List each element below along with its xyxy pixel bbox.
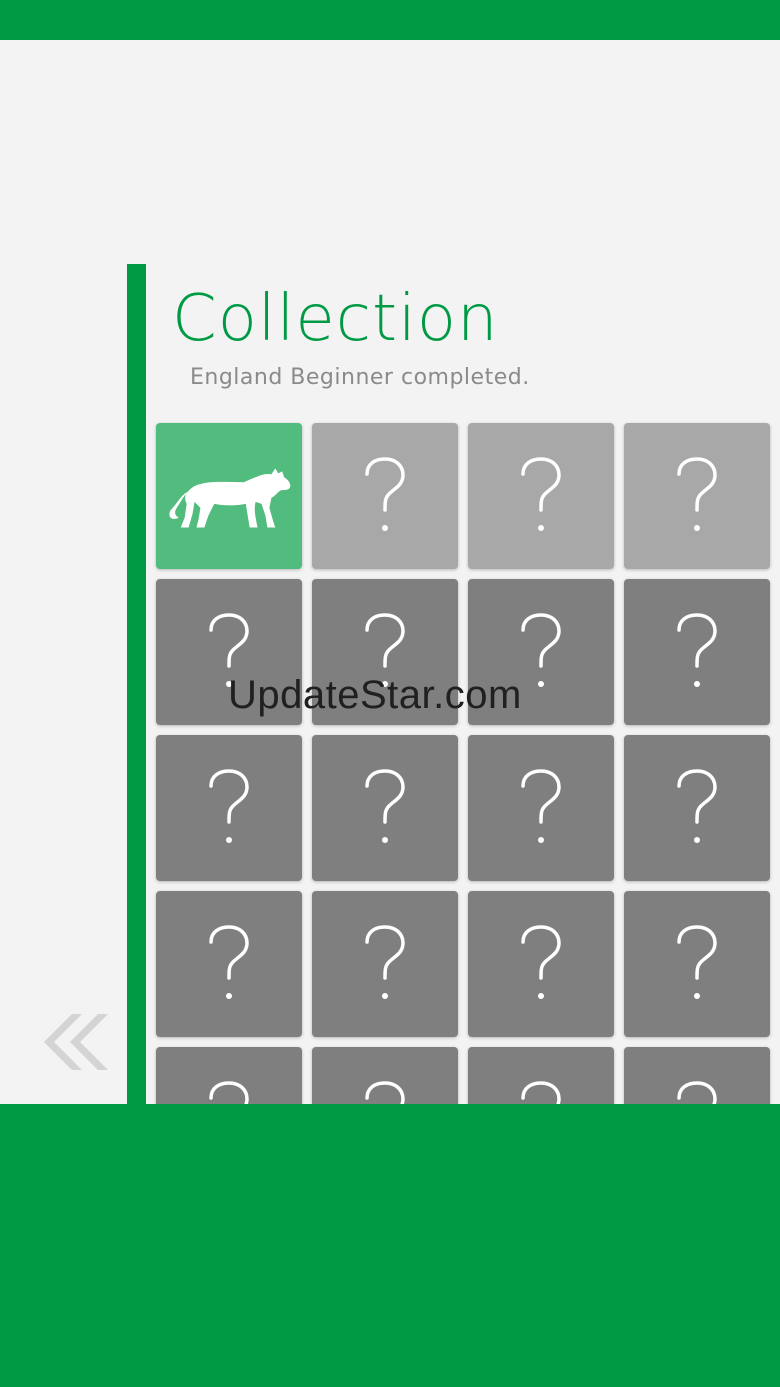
double-chevron-left-icon[interactable]	[42, 1012, 108, 1072]
watermark-text: UpdateStar.com	[228, 673, 522, 717]
collection-card[interactable]	[468, 423, 614, 569]
accent-line	[127, 264, 146, 1104]
question-mark-icon	[365, 769, 405, 843]
question-mark-icon	[521, 613, 561, 687]
collection-card[interactable]	[156, 891, 302, 1037]
bottom-bar	[0, 1104, 780, 1387]
question-mark-icon	[365, 925, 405, 999]
question-mark-icon	[677, 769, 717, 843]
page-subtitle: England Beginner completed.	[190, 365, 530, 390]
question-mark-icon	[677, 925, 717, 999]
question-mark-icon	[521, 769, 561, 843]
question-mark-icon	[521, 925, 561, 999]
collection-card[interactable]	[312, 735, 458, 881]
collection-card[interactable]	[156, 735, 302, 881]
collection-card[interactable]	[312, 423, 458, 569]
collection-grid	[156, 423, 770, 1193]
question-mark-icon	[677, 613, 717, 687]
question-mark-icon	[209, 925, 249, 999]
collection-card[interactable]	[156, 423, 302, 569]
question-mark-icon	[521, 457, 561, 531]
question-mark-icon	[677, 457, 717, 531]
collection-card[interactable]	[468, 891, 614, 1037]
question-mark-icon	[209, 769, 249, 843]
collection-card[interactable]	[312, 891, 458, 1037]
page-title: Collection	[172, 282, 499, 356]
collection-card[interactable]	[624, 891, 770, 1037]
top-bar	[0, 0, 780, 40]
tiger-icon	[169, 468, 291, 528]
question-mark-icon	[365, 457, 405, 531]
collection-card[interactable]	[624, 423, 770, 569]
collection-card[interactable]	[468, 735, 614, 881]
collection-card[interactable]	[624, 735, 770, 881]
collection-card[interactable]	[624, 579, 770, 725]
